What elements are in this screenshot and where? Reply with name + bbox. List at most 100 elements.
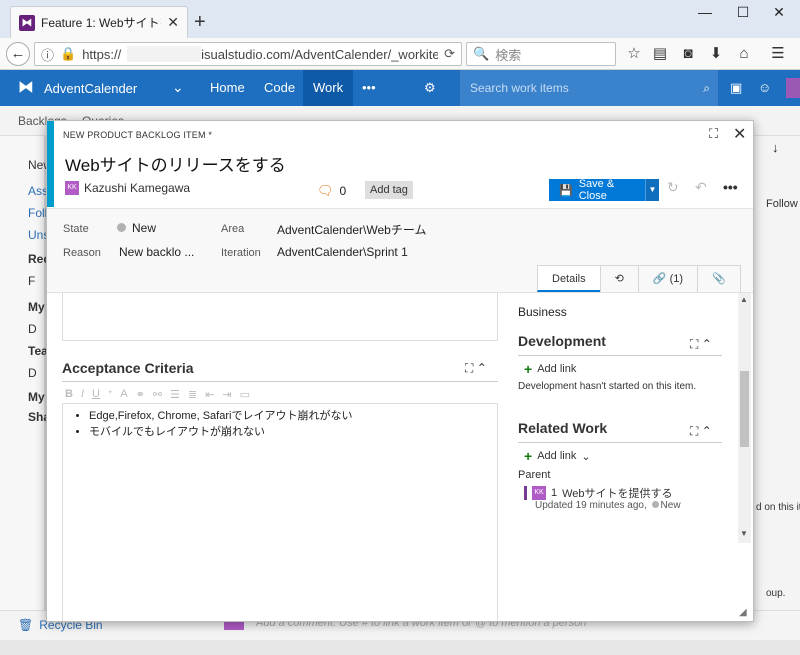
- scroll-up-icon[interactable]: ▲: [740, 295, 748, 304]
- italic-icon[interactable]: I: [81, 388, 84, 401]
- undo-icon[interactable]: ↶: [695, 179, 707, 196]
- chevron-down-icon[interactable]: ⌄: [172, 79, 184, 96]
- plus-icon: +: [524, 361, 533, 377]
- save-dropdown-chevron-icon[interactable]: ▼: [645, 179, 659, 201]
- reload-icon[interactable]: ⟳: [444, 46, 455, 62]
- acceptance-expand-icon[interactable]: ⛶ ⌃: [465, 361, 487, 376]
- bg-left-assigned[interactable]: Ass: [28, 184, 48, 198]
- development-add-link-button[interactable]: + Add link: [524, 361, 576, 377]
- development-expand-icon[interactable]: ⛶ ⌃: [690, 337, 712, 352]
- scrollbar-thumb[interactable]: [740, 371, 749, 447]
- highlight-icon[interactable]: ᐩ: [108, 388, 112, 401]
- refresh-icon[interactable]: ↻: [667, 179, 679, 196]
- related-add-link-button[interactable]: + Add link ⌄: [524, 448, 591, 464]
- nav-home[interactable]: Home: [200, 70, 255, 106]
- bg-left-d2[interactable]: D: [28, 366, 37, 380]
- window-close-icon[interactable]: ✕: [764, 4, 794, 21]
- minimize-icon[interactable]: —: [690, 4, 720, 20]
- maximize-icon[interactable]: ☐: [728, 4, 758, 21]
- increase-indent-icon[interactable]: ⇥: [222, 388, 231, 401]
- url-text: isualstudio.com/AdventCalender/_workitem…: [201, 46, 439, 62]
- horizontal-scrollbar[interactable]: [0, 640, 800, 655]
- development-title: Development: [518, 333, 606, 349]
- home-icon[interactable]: ⌂: [732, 42, 756, 66]
- menu-icon[interactable]: ☰: [766, 42, 790, 66]
- bg-left-team[interactable]: Tea: [28, 344, 48, 358]
- work-item-title[interactable]: Webサイトのリリースをする: [65, 151, 286, 176]
- pocket-icon[interactable]: ◙: [676, 42, 700, 66]
- description-editor[interactable]: [62, 293, 498, 341]
- nav-work[interactable]: Work: [303, 70, 354, 106]
- browser-search-input[interactable]: 🔍 検索: [466, 42, 616, 66]
- bg-group-text: oup.: [766, 588, 786, 599]
- more-actions-icon[interactable]: •••: [723, 179, 738, 195]
- iteration-field[interactable]: AdventCalender\Sprint 1: [277, 245, 408, 259]
- bullet-list-icon[interactable]: ☰: [170, 388, 180, 401]
- user-avatar[interactable]: [786, 78, 800, 98]
- bg-follow-link[interactable]: Follow: [766, 198, 798, 210]
- visualstudio-logo-icon[interactable]: ⧓: [18, 79, 36, 97]
- close-icon[interactable]: ✕: [167, 14, 179, 31]
- work-item-search-input[interactable]: Search work items ⌕: [460, 70, 718, 106]
- parent-title: Webサイトを提供する: [562, 488, 673, 500]
- info-icon[interactable]: ⓘ: [41, 45, 54, 64]
- scroll-down-icon[interactable]: ▼: [740, 529, 748, 538]
- search-icon[interactable]: ⌕: [703, 70, 710, 106]
- font-color-icon[interactable]: A: [120, 388, 127, 401]
- link-insert-icon[interactable]: ⚭: [136, 388, 145, 401]
- decrease-indent-icon[interactable]: ⇤: [205, 388, 214, 401]
- new-tab-button[interactable]: +: [194, 12, 206, 32]
- plus-icon: +: [524, 448, 533, 464]
- unlink-icon[interactable]: ⚯: [153, 388, 162, 401]
- feature-color-bar: [524, 486, 527, 500]
- arrow-down-icon[interactable]: ↓: [772, 140, 779, 155]
- browser-tab[interactable]: ⧓ Feature 1: Webサイトを提供... ✕: [10, 6, 188, 38]
- bg-left-following[interactable]: Foll: [28, 206, 47, 220]
- insert-image-icon[interactable]: ▭: [240, 388, 250, 401]
- bg-left-d1[interactable]: D: [28, 322, 37, 336]
- parent-work-item-link[interactable]: KK 1 Webサイトを提供する: [524, 485, 673, 501]
- discussion-count[interactable]: 🗨 0: [317, 183, 346, 199]
- links-count: (1): [669, 273, 684, 285]
- underline-icon[interactable]: U: [92, 388, 100, 401]
- bg-left-f[interactable]: F: [28, 274, 35, 288]
- numbered-list-icon[interactable]: ≣: [188, 388, 197, 401]
- bookmark-star-icon[interactable]: ☆: [622, 42, 646, 66]
- feedback-smiley-icon[interactable]: ☺: [758, 70, 771, 106]
- assigned-to[interactable]: KK Kazushi Kamegawa: [65, 181, 190, 195]
- back-button[interactable]: ←: [6, 42, 30, 66]
- vertical-scrollbar[interactable]: ▲ ▼: [738, 293, 751, 543]
- settings-gear-icon[interactable]: ⚙: [424, 70, 436, 106]
- marketplace-bag-icon[interactable]: ▣: [730, 70, 742, 106]
- bg-left-my2[interactable]: My: [28, 390, 45, 404]
- list-item: Edge,Firefox, Chrome, Safariでレイアウト崩れがない: [89, 408, 497, 424]
- work-item-tabs: Details ⟲ 🔗 (1) 📎: [537, 265, 741, 292]
- area-field[interactable]: AdventCalender\Webチーム: [277, 221, 427, 238]
- tab-attachments[interactable]: 📎: [697, 265, 741, 292]
- state-field[interactable]: New: [117, 221, 156, 235]
- value-area-field[interactable]: Business: [518, 305, 567, 319]
- add-tag-button[interactable]: Add tag: [365, 181, 413, 199]
- browser-search-placeholder: 検索: [495, 47, 522, 63]
- fullscreen-icon[interactable]: ⛶: [709, 126, 718, 142]
- dialog-close-icon[interactable]: ✕: [733, 124, 746, 144]
- download-icon[interactable]: ⬇: [704, 42, 728, 66]
- nav-code[interactable]: Code: [254, 70, 305, 106]
- project-name[interactable]: AdventCalender: [44, 81, 137, 96]
- related-work-expand-icon[interactable]: ⛶ ⌃: [690, 424, 712, 439]
- bg-left-my[interactable]: My: [28, 300, 45, 314]
- tab-history[interactable]: ⟲: [599, 265, 639, 292]
- save-close-button[interactable]: 💾 Save & Close: [549, 178, 645, 202]
- tab-details[interactable]: Details: [537, 265, 601, 292]
- reading-list-icon[interactable]: ▤: [648, 42, 672, 66]
- tab-links[interactable]: 🔗 (1): [637, 265, 699, 292]
- related-work-title: Related Work: [518, 420, 608, 436]
- resize-grip-icon[interactable]: ◢: [739, 607, 747, 618]
- url-bar[interactable]: ⓘ 🔒 https:// isualstudio.com/AdventCalen…: [34, 42, 462, 66]
- reason-field[interactable]: New backlo ...: [119, 245, 194, 259]
- nav-more[interactable]: •••: [352, 70, 386, 106]
- acceptance-criteria-editor[interactable]: Edge,Firefox, Chrome, Safariでレイアウト崩れがない …: [62, 403, 498, 621]
- parent-state: New: [660, 500, 681, 511]
- bold-icon[interactable]: B: [65, 388, 73, 401]
- details-right-pane: Business Development ⛶ ⌃ + Add link Devel…: [518, 293, 738, 621]
